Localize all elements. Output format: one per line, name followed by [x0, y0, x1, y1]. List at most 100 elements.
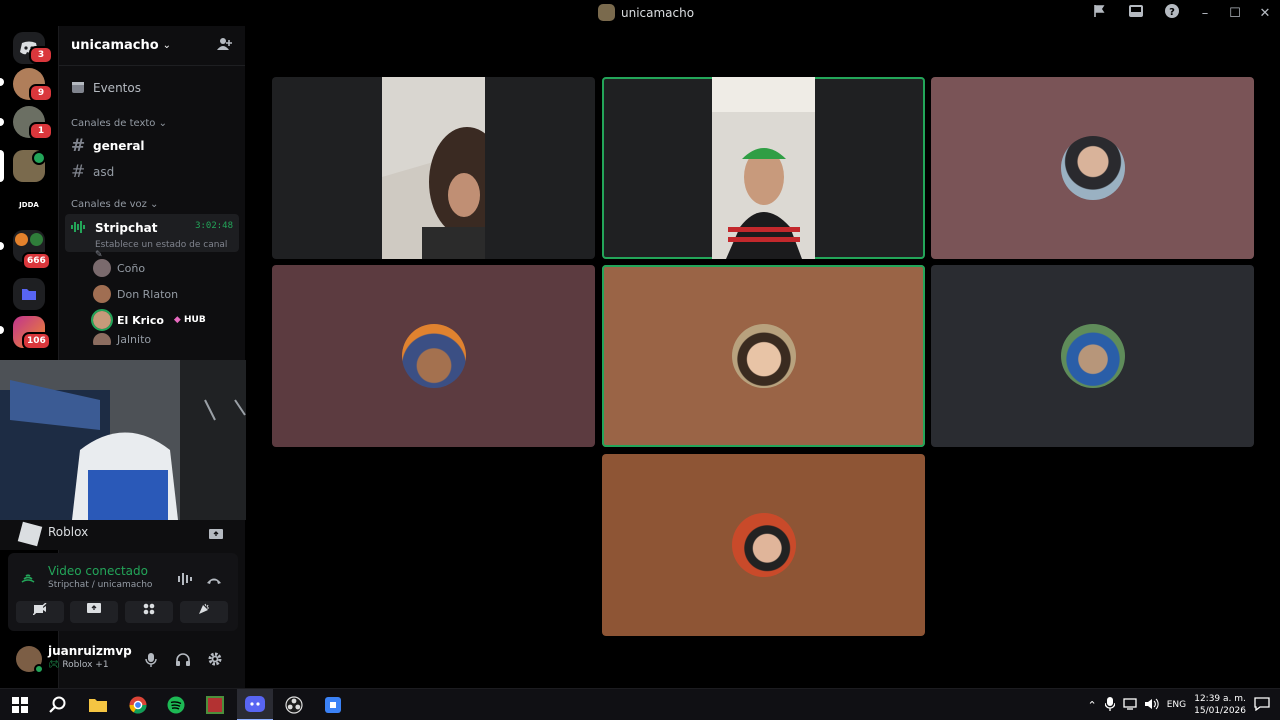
user-activity-text: Roblox +1	[62, 660, 109, 670]
channel-status[interactable]: Establece un estado de canal ✎	[95, 240, 233, 260]
chevron-down-icon: ⌄	[162, 40, 172, 51]
flag-icon[interactable]	[1082, 4, 1118, 22]
microphone-icon[interactable]	[145, 652, 157, 671]
guild-tag-text: HUB	[183, 315, 206, 325]
avatar	[91, 309, 113, 331]
screen-share-button[interactable]	[70, 601, 118, 623]
voice-category-label: Canales de voz	[71, 199, 147, 210]
add-member-icon[interactable]	[217, 36, 233, 55]
taskbar-roblox[interactable]	[315, 689, 351, 720]
avatar	[93, 285, 111, 303]
clock[interactable]: 12:39 a. m. 15/01/2026	[1194, 693, 1246, 717]
minimize-button[interactable]: –	[1190, 6, 1220, 21]
chevron-up-icon[interactable]: ⌃	[1088, 699, 1097, 712]
text-category-label: Canales de texto	[71, 118, 156, 129]
activities-icon	[143, 603, 155, 615]
gem-icon: ◆	[173, 315, 181, 325]
video-tile-speaking[interactable]	[602, 265, 925, 447]
activities-button[interactable]	[125, 601, 173, 623]
folder-icon[interactable]	[13, 278, 45, 310]
microphone-icon[interactable]	[1104, 696, 1116, 714]
network-icon[interactable]	[1123, 697, 1137, 713]
video-tile[interactable]	[272, 265, 595, 447]
taskbar-file-explorer[interactable]	[80, 689, 116, 720]
hashtag-icon: #	[71, 136, 86, 156]
window-title: unicamacho	[598, 4, 694, 21]
guild-name: unicamacho	[71, 38, 159, 53]
gear-icon[interactable]	[207, 651, 223, 671]
video-tile-speaking[interactable]	[602, 77, 925, 259]
video-tile[interactable]	[931, 77, 1254, 259]
voice-channel-stripchat[interactable]: Stripchat 3:02:48 Establece un estado de…	[65, 214, 239, 260]
notification-icon[interactable]	[1254, 696, 1270, 714]
camera-toggle-button[interactable]	[16, 601, 64, 623]
help-icon[interactable]: ?	[1154, 3, 1190, 23]
text-category[interactable]: Canales de texto ⌄	[71, 118, 245, 129]
disconnect-icon[interactable]	[206, 571, 222, 590]
connection-status[interactable]: Video conectado	[48, 564, 148, 578]
voice-member[interactable]: Jalnito	[59, 333, 245, 345]
channel-status-text: Establece un estado de canal	[95, 240, 228, 250]
inbox-icon[interactable]	[1118, 4, 1154, 22]
taskbar-spotify[interactable]	[158, 689, 194, 720]
camera-off-icon	[32, 602, 47, 616]
unread-pill	[0, 326, 4, 334]
taskbar-chrome[interactable]	[120, 689, 156, 720]
events-item[interactable]: Eventos	[71, 76, 245, 100]
activity-bar[interactable]: Roblox	[0, 520, 245, 550]
video-tile[interactable]	[931, 265, 1254, 447]
video-tile[interactable]	[272, 77, 595, 259]
roblox-icon	[325, 697, 341, 713]
user-panel: juanruizmvp 🎮︎ Roblox +1	[8, 638, 238, 682]
folder-jdda[interactable]: JDDA	[13, 196, 45, 214]
avatar	[731, 324, 796, 388]
voice-member[interactable]: Don Rlaton	[59, 281, 245, 307]
maximize-button[interactable]: ☐	[1220, 6, 1250, 21]
windows-start-button[interactable]	[2, 689, 38, 720]
soundboard-button[interactable]	[180, 601, 228, 623]
guild-tag: ◆ HUB	[174, 315, 206, 325]
notification-badge: 3	[29, 46, 53, 64]
pencil-icon: ✎	[95, 250, 103, 260]
windows-icon	[12, 697, 28, 713]
channel-asd[interactable]: # asd	[59, 159, 245, 185]
member-name: Coño	[117, 261, 146, 275]
avatar	[401, 324, 466, 388]
roblox-icon	[17, 521, 43, 547]
unread-pill	[0, 78, 4, 86]
screen-share-icon[interactable]	[209, 526, 223, 545]
guild-header[interactable]: unicamacho ⌄	[59, 26, 245, 66]
voice-member[interactable]: El Krico ◆ HUB	[59, 307, 245, 333]
self-camera-preview[interactable]	[0, 360, 285, 520]
connection-location[interactable]: Stripchat / unicamacho	[48, 580, 152, 590]
channel-name: general	[93, 139, 145, 153]
gamepad-icon: 🎮︎	[48, 660, 60, 670]
close-button[interactable]: ✕	[1250, 6, 1280, 21]
taskbar-search-button[interactable]	[40, 689, 76, 720]
member-name: Don Rlaton	[117, 287, 179, 301]
language-indicator[interactable]: ENG	[1167, 700, 1186, 710]
taskbar-discord[interactable]	[237, 689, 273, 720]
avatar	[731, 513, 796, 577]
online-status-icon	[34, 664, 44, 674]
calendar-icon	[71, 80, 85, 97]
activity-game: Roblox	[48, 525, 89, 539]
noise-suppression-icon[interactable]	[178, 570, 194, 589]
taskbar-app[interactable]	[197, 689, 233, 720]
search-icon	[49, 696, 66, 713]
clock-date: 15/01/2026	[1194, 706, 1246, 716]
voice-active-icon	[32, 151, 46, 165]
taskbar-app[interactable]	[276, 689, 312, 720]
voice-category[interactable]: Canales de voz ⌄	[71, 199, 245, 210]
camera-feed	[382, 77, 485, 259]
channel-general[interactable]: # general	[59, 133, 245, 159]
video-tile[interactable]	[602, 454, 925, 636]
headphones-icon[interactable]	[176, 652, 190, 671]
soundboard-icon	[199, 603, 209, 614]
camera-feed	[712, 77, 815, 259]
volume-icon[interactable]	[1144, 698, 1159, 713]
spotify-icon	[167, 696, 185, 714]
username[interactable]: juanruizmvp	[48, 644, 132, 658]
avatar	[1060, 136, 1125, 200]
unread-pill	[0, 242, 4, 250]
